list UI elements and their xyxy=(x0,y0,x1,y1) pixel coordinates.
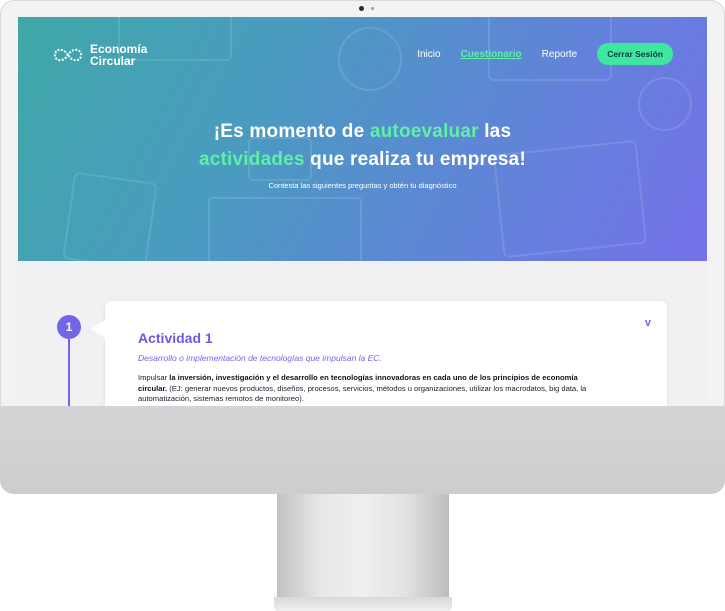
hero-banner: Economía Circular Inicio Cuestionario Re… xyxy=(18,17,707,261)
camera-led xyxy=(371,7,374,10)
activity-card: v Actividad 1 Desarrollo o implementació… xyxy=(105,301,667,406)
nav-link-cuestionario[interactable]: Cuestionario xyxy=(461,49,522,60)
step-number-badge: 1 xyxy=(57,315,81,339)
decor-shape xyxy=(208,197,362,261)
activity-description-rest: (EJ: generar nuevos productos, diseños, … xyxy=(138,383,587,404)
brand-name: Economía Circular xyxy=(90,43,160,67)
brand-name-line2: Circular xyxy=(90,54,136,68)
decor-shape xyxy=(338,27,402,91)
camera-icon xyxy=(359,6,364,11)
activity-description-lead: Impulsar xyxy=(138,373,170,382)
infinity-logo-icon xyxy=(53,48,83,62)
step-timeline-line xyxy=(68,339,70,406)
hero-title: ¡Es momento de autoevaluar las actividad… xyxy=(18,118,707,174)
hero-title-part2: las xyxy=(478,121,512,142)
hero-title-part3: que realiza tu empresa! xyxy=(304,149,526,170)
monitor-chin xyxy=(0,406,725,494)
hero-title-highlight1: autoevaluar xyxy=(369,121,479,142)
card-pointer xyxy=(91,320,105,338)
top-nav: Inicio Cuestionario Reporte Cerrar Sesió… xyxy=(417,43,673,65)
activity-subtitle: Desarrollo o implementación de tecnologí… xyxy=(138,353,382,363)
hero-title-part1: ¡Es momento de xyxy=(213,121,370,142)
nav-link-reporte[interactable]: Reporte xyxy=(542,49,578,60)
activity-title: Actividad 1 xyxy=(138,330,213,346)
activity-description: Impulsar la inversión, investigación y e… xyxy=(138,373,588,405)
monitor-stand-neck xyxy=(277,494,449,598)
hero-title-highlight2: actividades xyxy=(199,149,305,170)
nav-link-inicio[interactable]: Inicio xyxy=(417,49,440,60)
brand-logo[interactable]: Economía Circular xyxy=(52,43,160,67)
monitor-stand-foot xyxy=(274,597,452,611)
screen: Economía Circular Inicio Cuestionario Re… xyxy=(18,17,707,406)
monitor-frame: Economía Circular Inicio Cuestionario Re… xyxy=(0,0,725,494)
hero-subtitle: Contesta las siguientes preguntas y obté… xyxy=(268,181,457,190)
logout-button[interactable]: Cerrar Sesión xyxy=(597,43,673,65)
chevron-down-icon[interactable]: v xyxy=(645,317,651,329)
